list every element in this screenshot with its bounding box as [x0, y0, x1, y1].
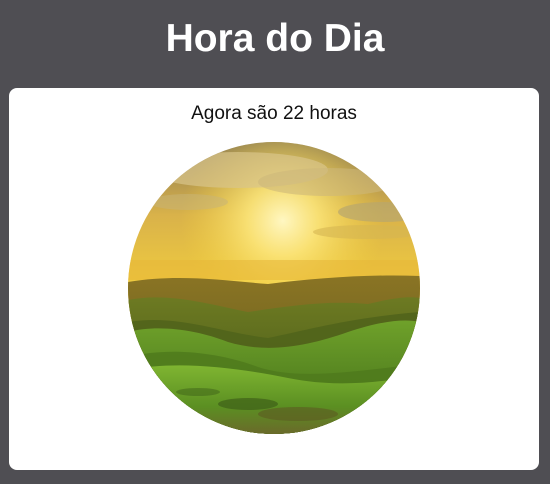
page-title: Hora do Dia	[165, 17, 385, 60]
landscape-illustration	[128, 142, 420, 434]
time-of-day-image	[128, 142, 420, 434]
content-card: Agora são 22 horas	[9, 88, 539, 470]
current-hour-message: Agora são 22 horas	[191, 103, 357, 124]
